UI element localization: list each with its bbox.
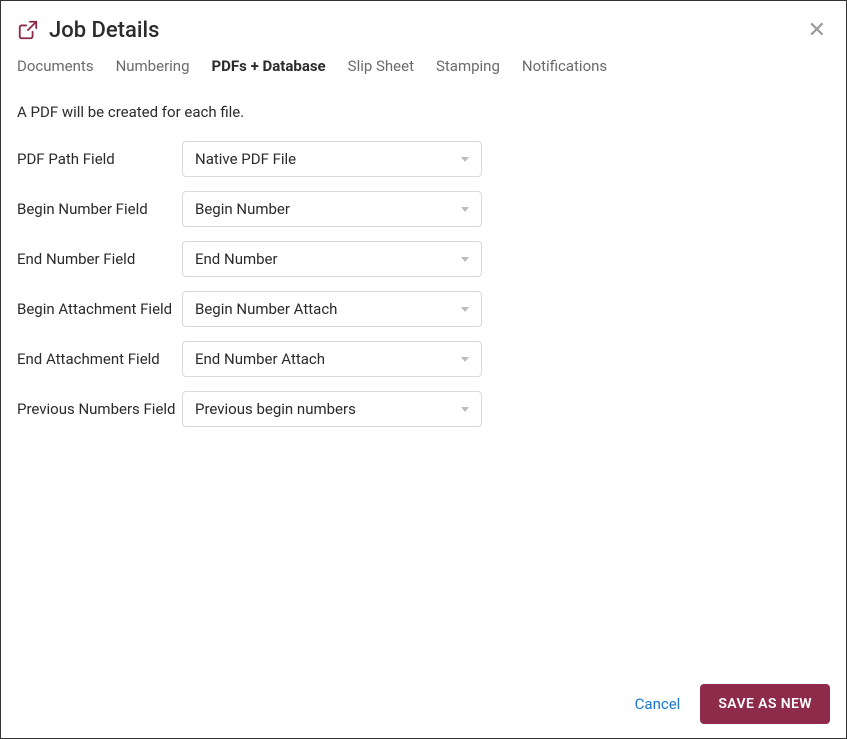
dialog-header: Job Details ✕ — [17, 15, 830, 45]
select-value: Begin Number Attach — [195, 300, 337, 318]
chevron-down-icon — [461, 307, 469, 312]
tab-bar: Documents Numbering PDFs + Database Slip… — [17, 55, 830, 77]
tab-numbering[interactable]: Numbering — [116, 55, 190, 77]
select-end-attach[interactable]: End Number Attach — [182, 341, 482, 377]
select-value: Begin Number — [195, 200, 290, 218]
row-pdf-path: PDF Path Field Native PDF File — [17, 141, 830, 177]
chevron-down-icon — [461, 257, 469, 262]
select-value: Previous begin numbers — [195, 400, 356, 418]
tab-stamping[interactable]: Stamping — [436, 55, 500, 77]
form-area: PDF Path Field Native PDF File Begin Num… — [17, 141, 830, 427]
chevron-down-icon — [461, 157, 469, 162]
label-prev-numbers: Previous Numbers Field — [17, 400, 182, 418]
select-value: End Number — [195, 250, 278, 268]
header-left: Job Details — [17, 18, 159, 43]
label-begin-number: Begin Number Field — [17, 200, 182, 218]
label-pdf-path: PDF Path Field — [17, 150, 182, 168]
close-button[interactable]: ✕ — [804, 15, 830, 45]
chevron-down-icon — [461, 407, 469, 412]
chevron-down-icon — [461, 357, 469, 362]
row-begin-number: Begin Number Field Begin Number — [17, 191, 830, 227]
row-prev-numbers: Previous Numbers Field Previous begin nu… — [17, 391, 830, 427]
tab-documents[interactable]: Documents — [17, 55, 94, 77]
tab-pdfs-database[interactable]: PDFs + Database — [212, 55, 326, 77]
select-value: End Number Attach — [195, 350, 325, 368]
select-end-number[interactable]: End Number — [182, 241, 482, 277]
share-icon — [17, 19, 39, 41]
dialog-footer: Cancel SAVE AS NEW — [17, 668, 830, 724]
label-end-attach: End Attachment Field — [17, 350, 182, 368]
dialog-title: Job Details — [49, 18, 159, 43]
close-icon: ✕ — [808, 17, 826, 42]
select-begin-number[interactable]: Begin Number — [182, 191, 482, 227]
cancel-button[interactable]: Cancel — [635, 695, 681, 713]
row-begin-attach: Begin Attachment Field Begin Number Atta… — [17, 291, 830, 327]
select-prev-numbers[interactable]: Previous begin numbers — [182, 391, 482, 427]
select-pdf-path[interactable]: Native PDF File — [182, 141, 482, 177]
tab-slip-sheet[interactable]: Slip Sheet — [348, 55, 414, 77]
select-value: Native PDF File — [195, 150, 296, 168]
row-end-number: End Number Field End Number — [17, 241, 830, 277]
job-details-dialog: Job Details ✕ Documents Numbering PDFs +… — [1, 1, 846, 738]
intro-text: A PDF will be created for each file. — [17, 103, 830, 121]
chevron-down-icon — [461, 207, 469, 212]
row-end-attach: End Attachment Field End Number Attach — [17, 341, 830, 377]
select-begin-attach[interactable]: Begin Number Attach — [182, 291, 482, 327]
tab-notifications[interactable]: Notifications — [522, 55, 607, 77]
label-begin-attach: Begin Attachment Field — [17, 300, 182, 318]
save-as-new-button[interactable]: SAVE AS NEW — [700, 684, 830, 724]
label-end-number: End Number Field — [17, 250, 182, 268]
